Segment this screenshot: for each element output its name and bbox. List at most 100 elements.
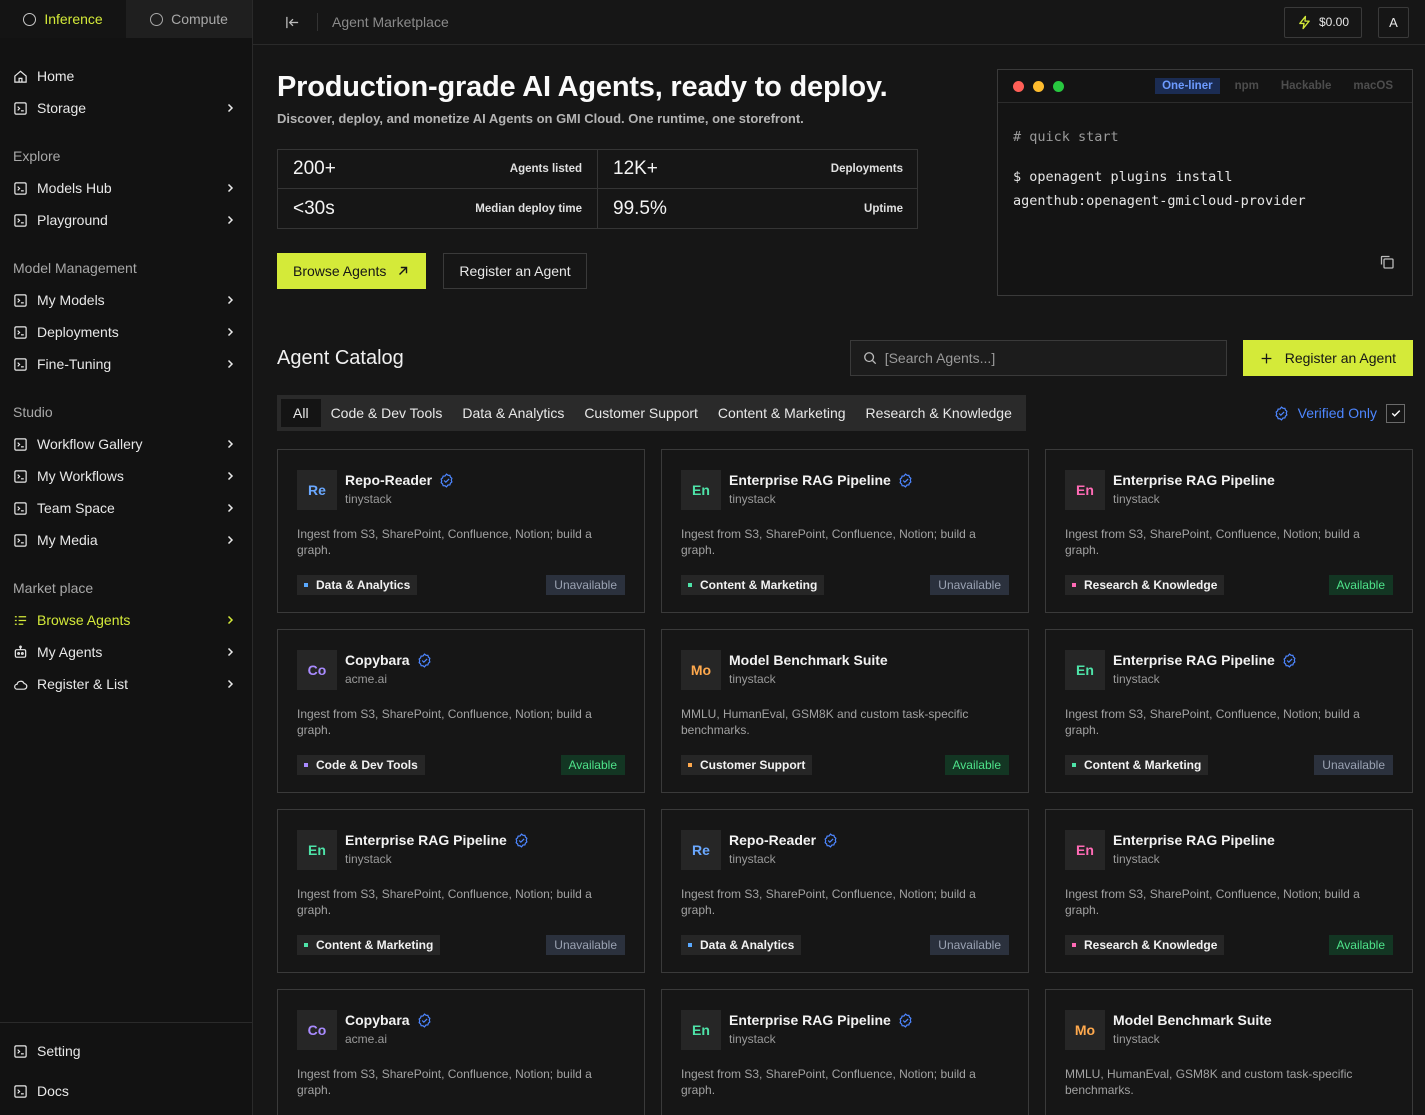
mode-tab-inference[interactable]: Inference <box>0 0 126 38</box>
mode-tab-compute[interactable]: Compute <box>126 0 252 38</box>
sidebar-item-deployments[interactable]: Deployments <box>0 316 252 348</box>
chevron-right-icon <box>224 214 236 226</box>
copy-icon[interactable] <box>1379 254 1395 270</box>
terminal-tab-macos[interactable]: macOS <box>1346 78 1400 94</box>
filter-tab-data-analytics[interactable]: Data & Analytics <box>452 399 574 427</box>
category-tag-label: Content & Marketing <box>1084 758 1202 772</box>
agent-card[interactable]: En Enterprise RAG Pipeline tinystack Ingest… <box>1045 449 1413 613</box>
breadcrumb: Agent Marketplace <box>332 14 449 30</box>
category-tag-label: Research & Knowledge <box>1084 938 1218 952</box>
agent-card[interactable]: En Enterprise RAG Pipeline tinystack Ingest… <box>661 449 1029 613</box>
verified-badge-icon <box>1282 652 1297 668</box>
sidebar-item-my-workflows[interactable]: My Workflows <box>0 460 252 492</box>
category-dot-icon <box>304 583 308 587</box>
agent-card[interactable]: Re Repo-Reader tinystack Ingest from S3, Sh… <box>661 809 1029 973</box>
category-dot-icon <box>1072 763 1076 767</box>
filter-tab-content-marketing[interactable]: Content & Marketing <box>708 399 856 427</box>
verified-badge-icon <box>1274 405 1289 421</box>
agent-description: Ingest from S3, SharePoint, Confluence, … <box>681 527 976 557</box>
register-agent-button[interactable]: Register an Agent <box>1242 340 1413 376</box>
team-space-icon <box>13 501 28 516</box>
terminal-tab-npm[interactable]: npm <box>1228 78 1266 94</box>
agent-card[interactable]: En Enterprise RAG Pipeline tinystack Ingest… <box>1045 809 1413 973</box>
sidebar-item-workflow-gallery[interactable]: Workflow Gallery <box>0 428 252 460</box>
category-dot-icon <box>688 943 692 947</box>
agent-card-header: Co Copybara acme.ai <box>297 1010 625 1050</box>
verified-badge-icon <box>417 652 432 668</box>
category-tag-label: Code & Dev Tools <box>316 758 418 772</box>
sidebar-item-my-media[interactable]: My Media <box>0 524 252 556</box>
browse-agents-button[interactable]: Browse Agents <box>277 253 427 289</box>
sidebar-item-register-list[interactable]: Register & List <box>0 668 252 700</box>
sidebar-item-docs[interactable]: Docs <box>0 1071 252 1111</box>
agent-org: tinystack <box>345 852 392 866</box>
sidebar-section-title: Market place <box>13 580 94 596</box>
search-input[interactable] <box>884 350 1214 366</box>
agent-avatar: En <box>681 470 721 510</box>
sidebar-item-models-hub[interactable]: Models Hub <box>0 172 252 204</box>
agent-card-header: En Enterprise RAG Pipeline tinystack <box>681 470 1009 510</box>
browse-agents-label: Browse Agents <box>293 263 387 279</box>
hero: Production-grade AI Agents, ready to dep… <box>253 45 1425 335</box>
sidebar-item-label: Playground <box>37 212 108 228</box>
chevron-right-icon <box>224 326 236 338</box>
agent-card[interactable]: Mo Model Benchmark Suite tinystack MMLU, Hu… <box>661 629 1029 793</box>
sidebar-item-browse-agents[interactable]: Browse Agents <box>0 604 252 636</box>
agent-card-footer: Code & Dev Tools Available <box>297 755 625 775</box>
agent-card[interactable]: Co Copybara acme.ai Ingest from S3, SharePo… <box>277 629 645 793</box>
agent-card[interactable]: Re Repo-Reader tinystack Ingest from S3, Sh… <box>277 449 645 613</box>
sidebar-item-label: Browse Agents <box>37 612 131 628</box>
agent-org: tinystack <box>345 492 392 506</box>
agent-card[interactable]: Mo Model Benchmark Suite tinystack MMLU, Hu… <box>1045 989 1413 1115</box>
search-icon <box>863 351 877 365</box>
plus-icon <box>1260 352 1273 365</box>
avatar[interactable]: A <box>1378 6 1409 38</box>
terminal-maximize-dot <box>1053 80 1064 92</box>
agent-card[interactable]: En Enterprise RAG Pipeline tinystack Ingest… <box>277 809 645 973</box>
sidebar-item-setting[interactable]: Setting <box>0 1031 252 1071</box>
filter-tab-research-knowledge[interactable]: Research & Knowledge <box>856 399 1022 427</box>
sidebar-item-my-agents[interactable]: My Agents <box>0 636 252 668</box>
verified-only-checkbox[interactable] <box>1386 403 1405 423</box>
filter-tab-code-dev-tools[interactable]: Code & Dev Tools <box>321 399 453 427</box>
terminal-header: One-liner npm Hackable macOS <box>998 70 1412 103</box>
verified-only-toggle[interactable]: Verified Only <box>1274 403 1405 423</box>
collapse-sidebar-icon[interactable] <box>283 13 301 31</box>
sidebar-item-label: Workflow Gallery <box>37 436 143 452</box>
chevron-right-icon <box>224 358 236 370</box>
terminal-tab-one-liner[interactable]: One-liner <box>1155 78 1220 94</box>
balance-value: $0.00 <box>1318 15 1349 29</box>
agent-org: tinystack <box>1113 1032 1160 1046</box>
agent-title-row: Enterprise RAG Pipeline <box>729 472 913 488</box>
agent-org: acme.ai <box>345 672 388 686</box>
sidebar-item-playground[interactable]: Playground <box>0 204 252 236</box>
sidebar-item-storage[interactable]: Storage <box>0 92 252 124</box>
sidebar-item-my-models[interactable]: My Models <box>0 284 252 316</box>
agent-card[interactable]: Co Copybara acme.ai Ingest from S3, SharePo… <box>277 989 645 1115</box>
balance-button[interactable]: $0.00 <box>1283 6 1362 38</box>
agent-card[interactable]: En Enterprise RAG Pipeline tinystack Ingest… <box>661 989 1029 1115</box>
sidebar-item-label: My Agents <box>37 644 103 660</box>
agent-org: tinystack <box>1113 852 1160 866</box>
home-icon <box>13 69 28 84</box>
status-badge: Unavailable <box>546 575 625 595</box>
stat-value: <30s <box>293 197 335 219</box>
agent-avatar: En <box>297 830 337 870</box>
search-box[interactable] <box>849 340 1227 376</box>
terminal-command-line-1: $ openagent plugins install <box>1013 169 1233 185</box>
agent-card[interactable]: En Enterprise RAG Pipeline tinystack Ingest… <box>1045 629 1413 793</box>
catalog-header: Agent Catalog Register an Agent <box>253 340 1425 376</box>
category-tag: Data & Analytics <box>297 575 418 595</box>
sidebar-item-team-space[interactable]: Team Space <box>0 492 252 524</box>
filter-tab-customer-support[interactable]: Customer Support <box>574 399 708 427</box>
verified-badge-icon <box>898 472 913 488</box>
terminal-tab-hackable[interactable]: Hackable <box>1274 78 1339 94</box>
category-tag-label: Data & Analytics <box>700 938 795 952</box>
deployments-icon <box>13 325 28 340</box>
agent-name: Enterprise RAG Pipeline <box>1113 472 1275 488</box>
verified-badge-icon <box>514 832 529 848</box>
sidebar-item-home[interactable]: Home <box>0 60 252 92</box>
sidebar-item-fine-tuning[interactable]: Fine-Tuning <box>0 348 252 380</box>
filter-tab-all[interactable]: All <box>281 399 321 427</box>
register-agent-hero-button[interactable]: Register an Agent <box>443 253 587 289</box>
